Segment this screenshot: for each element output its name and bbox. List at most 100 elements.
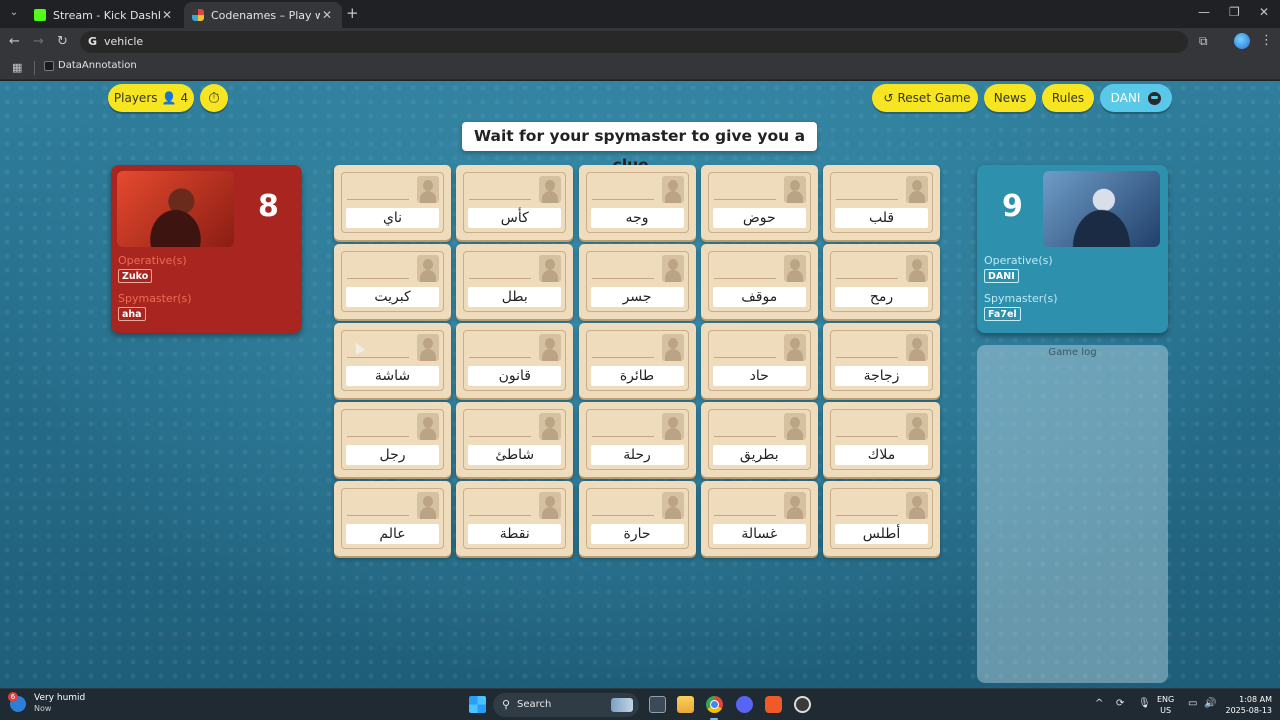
word-card[interactable]: رجل (334, 402, 451, 477)
card-frame: عالم (341, 488, 444, 549)
agent-silhouette-icon (539, 334, 562, 361)
word-card[interactable]: كأس (456, 165, 574, 240)
extensions-icon[interactable]: ⧉ (1199, 34, 1208, 49)
close-window-icon[interactable]: ✕ (1259, 5, 1269, 19)
card-frame: ناي (341, 172, 444, 233)
agent-silhouette-icon (417, 176, 439, 203)
word-card[interactable]: حوض (700, 165, 818, 240)
game-log-panel[interactable]: Game log (977, 345, 1168, 683)
card-frame: حاد (707, 330, 811, 391)
agent-silhouette-icon (906, 176, 928, 203)
minimize-icon[interactable]: — (1198, 5, 1210, 19)
tab-kick-dashboard[interactable]: Stream - Kick Dashboard ✕ (26, 2, 182, 28)
word-card[interactable]: عالم (334, 481, 451, 556)
card-word: بطريق (712, 445, 806, 465)
tab-search-icon[interactable]: ⌄ (6, 5, 22, 21)
card-frame: جسر (585, 251, 689, 312)
apps-grid-icon[interactable]: ▦ (12, 61, 22, 74)
agent-silhouette-icon (661, 413, 684, 440)
card-line (347, 436, 409, 437)
blue-operative-name: DANI (984, 269, 1019, 283)
reset-game-button[interactable]: ↺ Reset Game (872, 84, 978, 112)
weather-icon: 6 (8, 691, 26, 712)
browser-toolbar: ← → ↻ G vehicle ⧉ ⋮ (0, 28, 1280, 56)
rules-button[interactable]: Rules (1042, 84, 1094, 112)
back-icon[interactable]: ← (9, 34, 20, 49)
word-card[interactable]: حارة (578, 481, 696, 556)
browser-tab-bar: ⌄ Stream - Kick Dashboard ✕ Codenames – … (0, 0, 1280, 28)
taskbar-clock[interactable]: 1:08 AM 2025-08-13 (1222, 694, 1273, 716)
word-card[interactable]: نقطة (456, 481, 574, 556)
agent-silhouette-icon (661, 492, 684, 519)
word-card[interactable]: بطل (456, 244, 574, 319)
card-line (469, 515, 532, 516)
reset-icon: ↺ (883, 91, 894, 105)
word-card[interactable]: قلب (823, 165, 940, 240)
weather-subtext: Now (34, 704, 52, 713)
word-card[interactable]: رحلة (578, 402, 696, 477)
word-card[interactable]: ملاك (823, 402, 940, 477)
user-button[interactable]: DANI (1100, 84, 1172, 112)
card-line (347, 515, 409, 516)
discord-icon[interactable] (736, 696, 753, 713)
news-button[interactable]: News (984, 84, 1036, 112)
word-card[interactable]: قانون (456, 323, 574, 398)
weather-widget[interactable]: 6 Very humid Now (8, 691, 85, 714)
close-tab-icon[interactable]: ✕ (320, 8, 334, 22)
red-team-portrait (117, 171, 234, 247)
microphone-icon[interactable]: 🎙 (1138, 698, 1151, 709)
taskbar-search[interactable]: ⚲ Search (493, 693, 639, 717)
players-button[interactable]: Players 👤 4 (108, 84, 194, 112)
menu-icon[interactable]: ⋮ (1260, 33, 1273, 48)
tray-overflow-icon[interactable]: ^ (1095, 698, 1103, 709)
card-line (347, 357, 409, 358)
forward-icon[interactable]: → (33, 34, 44, 49)
players-label: Players (113, 91, 158, 105)
word-card[interactable]: شاشة (334, 323, 451, 398)
new-tab-icon[interactable]: + (346, 5, 359, 21)
agent-silhouette-icon (783, 334, 806, 361)
start-icon[interactable] (469, 696, 486, 713)
file-explorer-icon[interactable] (677, 696, 694, 713)
reload-icon[interactable]: ↻ (57, 34, 68, 49)
profile-avatar[interactable] (1234, 33, 1250, 49)
network-icon[interactable]: ▭ (1188, 698, 1197, 709)
word-card[interactable]: طائرة (578, 323, 696, 398)
word-card[interactable]: غسالة (700, 481, 818, 556)
word-card[interactable]: رمح (823, 244, 940, 319)
address-bar[interactable]: G vehicle (80, 31, 1188, 53)
task-view-icon[interactable] (649, 696, 666, 713)
word-card[interactable]: وجه (578, 165, 696, 240)
word-card[interactable]: موقف (700, 244, 818, 319)
card-word: غسالة (712, 524, 806, 544)
close-tab-icon[interactable]: ✕ (160, 8, 174, 22)
restore-icon[interactable]: ❐ (1229, 5, 1240, 19)
word-card[interactable]: كبريت (334, 244, 451, 319)
word-card[interactable]: جسر (578, 244, 696, 319)
agent-silhouette-icon (417, 492, 439, 519)
person-icon: 👤 (161, 91, 177, 105)
card-frame: ملاك (830, 409, 933, 470)
word-card[interactable]: حاد (700, 323, 818, 398)
tray-app-icon[interactable]: ⟳ (1116, 698, 1124, 709)
red-operatives-label: Operative(s) (118, 254, 187, 267)
brave-icon[interactable] (765, 696, 782, 713)
word-card[interactable]: بطريق (700, 402, 818, 477)
chrome-icon[interactable] (706, 696, 723, 713)
card-frame: رحلة (585, 409, 689, 470)
volume-icon[interactable]: 🔊 (1204, 698, 1216, 709)
word-card[interactable]: شاطئ (456, 402, 574, 477)
word-card[interactable]: أطلس (823, 481, 940, 556)
language-indicator[interactable]: ENG US (1157, 694, 1174, 716)
word-card[interactable]: ناي (334, 165, 451, 240)
tab-codenames[interactable]: Codenames – Play with your Fri ✕ (184, 2, 342, 28)
bookmark-dataannotation[interactable]: DataAnnotation (44, 60, 137, 71)
blue-spymaster-name: Fa7el (984, 307, 1021, 321)
word-card[interactable]: زجاجة (823, 323, 940, 398)
card-frame: حوض (707, 172, 811, 233)
stopwatch-icon: ⏱ (208, 89, 220, 107)
card-word: كبريت (346, 287, 439, 307)
timer-button[interactable]: ⏱ (200, 84, 228, 112)
card-line (713, 357, 776, 358)
obs-icon[interactable] (794, 696, 811, 713)
